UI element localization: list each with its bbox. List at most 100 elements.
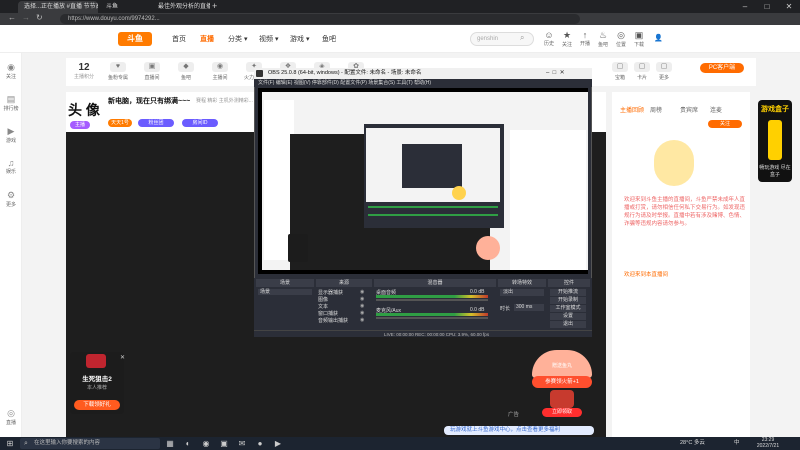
taskbar-app-1-icon[interactable]: ▦	[164, 438, 176, 449]
chat-tab[interactable]: 贵宾席	[680, 105, 698, 114]
mixer-desktop-slider[interactable]	[376, 299, 488, 301]
category-1-icon: ♥	[110, 62, 126, 72]
control-button[interactable]: 设置	[550, 313, 586, 320]
eye-icon[interactable]: ◉	[360, 296, 364, 302]
sidebar-item-label: 关注	[5, 74, 16, 80]
weather-widget[interactable]: 28°C 多云	[680, 438, 705, 449]
category-label: 鱼粉专属	[107, 75, 128, 81]
control-button[interactable]: 开始推流	[550, 289, 586, 296]
header-icon-3[interactable]: ↑ 开播	[576, 30, 594, 47]
user-avatar[interactable]: 👤	[654, 34, 663, 42]
bottom-tip-banner[interactable]: 玩游戏就上斗鱼游戏中心，点击查看更多福利	[444, 426, 594, 435]
control-button[interactable]: 工作室模式	[550, 305, 586, 312]
back-icon[interactable]: ←	[8, 13, 16, 22]
control-button[interactable]: 开始录制	[550, 297, 586, 304]
reload-icon[interactable]: ↻	[36, 13, 43, 22]
duration-label: 时长	[500, 306, 511, 312]
mixer-desktop-meter	[376, 295, 488, 298]
nav-video[interactable]: 视频 ▾	[259, 34, 278, 44]
mixer-mic-slider[interactable]	[376, 317, 488, 319]
capture-game-card	[288, 234, 308, 262]
nav-game[interactable]: 游戏 ▾	[290, 34, 309, 44]
sidebar-4-icon: ♫	[7, 158, 15, 168]
taskbar-app-4-icon[interactable]: ▣	[218, 438, 230, 449]
browser-tab-active[interactable]: 选择...正在播放 #直播 节节高升	[18, 1, 98, 13]
right-category-2-icon: ▢	[634, 62, 650, 72]
eye-icon[interactable]: ◉	[360, 303, 364, 309]
game-box-ad[interactable]: 游戏盒子 畅玩游戏 尽在盒子	[758, 100, 792, 182]
capture-obs-recursive-2	[402, 144, 462, 188]
search-icon[interactable]: ⌕	[520, 33, 524, 43]
header-icon-6[interactable]: ▣ 下载	[630, 30, 648, 48]
nav-category[interactable]: 分类 ▾	[228, 34, 247, 44]
taskbar-app-3-icon[interactable]: ◉	[200, 438, 212, 449]
sidebar-item-2[interactable]: ▤ 排行榜	[0, 94, 22, 112]
taskbar-clock[interactable]: 23:29 2022/7/21	[748, 437, 788, 449]
taskbar-app-2-icon[interactable]: ◐	[182, 438, 194, 449]
windows-start-icon[interactable]: ⊞	[4, 438, 16, 449]
taskbar-app-6-icon[interactable]: ●	[254, 438, 266, 449]
eye-icon[interactable]: ◉	[360, 317, 364, 323]
chat-follow-button[interactable]: 关注	[708, 120, 742, 128]
chat-mascot-image	[654, 140, 694, 186]
obs-menu-bar: 文件(F) 编辑(E) 视图(V) 停靠部件(D) 配置文件(P) 场景集合(S…	[254, 79, 592, 87]
browser-tab[interactable]: 最佳外观分析的直播_火热的...	[152, 1, 210, 13]
room-tag[interactable]: 天天1号	[108, 119, 132, 127]
game-card-close-icon[interactable]: ✕	[120, 354, 125, 361]
obs-title-bar: OBS 25.0.8 (64-bit, windows) - 配置文件: 未命名…	[254, 68, 592, 79]
category-item[interactable]: ◆ 鱼吧	[172, 62, 200, 81]
maximize-icon[interactable]: □	[756, 0, 778, 13]
new-tab-button[interactable]: +	[212, 1, 217, 11]
taskbar-search[interactable]: 在这里输入你要搜索的内容	[20, 438, 160, 449]
game-download-button[interactable]: 下载领好礼	[74, 400, 120, 410]
obs-window-controls[interactable]: – □ ✕	[546, 68, 565, 79]
header-3-icon: ↑	[582, 30, 588, 40]
category-item[interactable]: ▣ 直播间	[138, 62, 166, 81]
category-item[interactable]: ▢ 更多	[650, 62, 678, 81]
sidebar-item-live[interactable]: ◎ 直播	[0, 408, 22, 426]
minimize-icon[interactable]: –	[734, 0, 756, 13]
nav-fishbar[interactable]: 鱼吧	[322, 34, 336, 44]
header-icon-1[interactable]: ☺ 历史	[540, 30, 558, 47]
eye-icon[interactable]: ◉	[360, 289, 364, 295]
sidebar-item-3[interactable]: ▶ 游戏	[0, 126, 22, 144]
control-button[interactable]: 退出	[550, 321, 586, 328]
nav-live[interactable]: 直播	[200, 34, 214, 44]
sidebar-item-5[interactable]: ⚙ 更多	[0, 190, 22, 208]
taskbar-app-7-icon[interactable]: ▶	[272, 438, 284, 449]
pc-client-button[interactable]: PC客户端	[700, 63, 744, 73]
room-tag[interactable]: 主播	[70, 121, 90, 129]
taskbar-app-5-icon[interactable]: ✉	[236, 438, 248, 449]
close-icon[interactable]: ✕	[778, 0, 800, 13]
scene-item[interactable]: 场景	[258, 289, 312, 295]
chat-tab[interactable]: 周榜	[650, 105, 662, 114]
nav-home[interactable]: 首页	[172, 34, 186, 44]
category-label: 宝箱	[614, 75, 625, 81]
site-logo[interactable]: 斗鱼	[118, 32, 152, 46]
sidebar-item-4[interactable]: ♫ 娱乐	[0, 158, 22, 175]
header-icon-2[interactable]: ★ 关注	[558, 30, 576, 48]
transition-select[interactable]: 淡出	[500, 289, 544, 296]
category-label: 更多	[658, 75, 669, 81]
category-item[interactable]: ◉ 主播间	[206, 62, 234, 81]
ime-indicator[interactable]: 中	[734, 438, 740, 449]
header-icon-5[interactable]: ◎ 位置	[612, 30, 630, 48]
forward-icon[interactable]: →	[22, 13, 30, 22]
streamer-avatar[interactable]: 头 像	[68, 100, 100, 120]
gift-claim-button[interactable]: 立即领取	[542, 408, 582, 417]
duration-input[interactable]: 300 ms	[514, 304, 544, 311]
header-icon-4[interactable]: ♨ 鱼吧	[594, 30, 612, 48]
browser-tab[interactable]: 斗鱼	[100, 1, 150, 13]
eye-icon[interactable]: ◉	[360, 310, 364, 316]
room-title: 新电脑，现在只有绑满~~~	[108, 98, 191, 105]
url-input[interactable]: https://www.douyu.com/9974292...	[60, 14, 580, 24]
room-tag[interactable]: 房间ID	[182, 119, 218, 127]
sidebar-3-icon: ▶	[7, 126, 15, 136]
chat-tab[interactable]: 连麦	[710, 105, 722, 114]
gift-popup[interactable]: 赠送鱼丸 参赛领火箭+1 立即领取	[524, 350, 600, 420]
category-item[interactable]: ♥ 鱼粉专属	[104, 62, 132, 81]
sidebar-item-1[interactable]: ◉ 关注	[0, 62, 22, 80]
chat-tab[interactable]: 主播回顾	[620, 105, 644, 114]
room-tag[interactable]: 粉丝团	[138, 119, 174, 127]
header-2-icon: ★	[562, 30, 572, 40]
